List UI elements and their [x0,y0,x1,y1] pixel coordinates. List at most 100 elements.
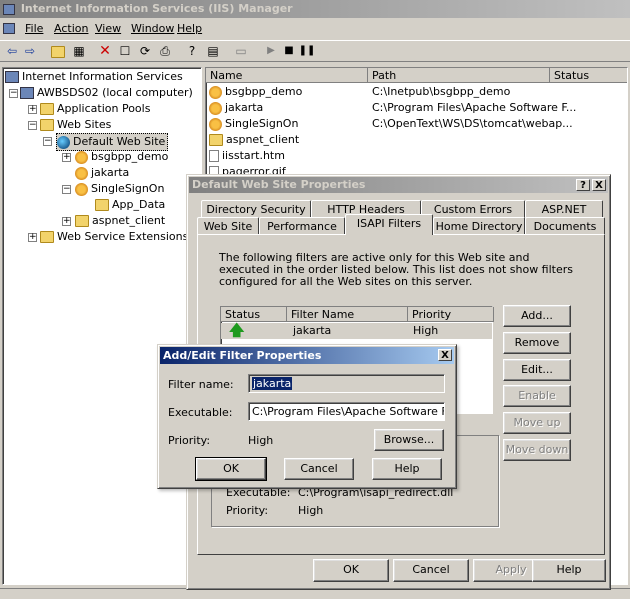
remove-filter-button[interactable]: Remove [503,332,571,354]
tree-root[interactable]: Internet Information Services [5,69,183,85]
col-header-path[interactable]: Path [368,68,550,83]
enable-filter-button[interactable]: Enable [503,385,571,407]
filter-dialog-close-button[interactable]: X [438,349,452,361]
list-row[interactable]: bsgbpp_demo [209,84,302,100]
folder-icon [40,103,54,115]
tab-isapi-filters[interactable]: ISAPI Filters [345,214,433,235]
computer-expander[interactable]: − [9,89,18,98]
properties-close-button[interactable]: X [592,179,606,191]
menu-file[interactable]: File [25,22,43,36]
iis-app-icon [3,3,15,15]
list-row[interactable]: iisstart.htm [209,148,285,164]
export-icon[interactable]: ⎙ [156,43,174,59]
filters-col-status[interactable]: Status [221,307,287,322]
filters-col-priority[interactable]: Priority [408,307,494,322]
properties-icon[interactable]: ☐ [116,43,134,59]
computer-icon[interactable]: ▭ [232,43,250,59]
folder-icon [75,215,89,227]
app-pools-expander[interactable]: + [28,105,37,114]
edit-filter-button[interactable]: Edit... [503,359,571,381]
tab-aspnet[interactable]: ASP.NET [525,200,603,218]
list-row[interactable]: aspnet_client [209,132,299,148]
filters-description: The following filters are active only fo… [219,251,574,288]
properties-title: Default Web Site Properties [192,178,366,191]
tab-performance[interactable]: Performance [259,217,345,235]
main-window-title: Internet Information Services (IIS) Mana… [20,2,293,15]
properties-title-bar[interactable]: Default Web Site Properties ? X [189,177,608,193]
web-sites-expander[interactable]: − [28,121,37,130]
table-row[interactable]: 🡅 jakarta High [221,321,492,339]
tree-web-sites[interactable]: Web Sites [40,117,111,133]
aspnet-expander[interactable]: + [62,217,71,226]
col-header-status[interactable]: Status [550,68,627,83]
tree-pane[interactable]: Internet Information Services − AWBSDS02… [2,67,202,585]
filters-col-name[interactable]: Filter Name [287,307,408,322]
tab-web-site[interactable]: Web Site [197,217,259,235]
menu-action[interactable]: Action [54,22,88,36]
show-hide-tree-icon[interactable]: ▦ [70,43,88,59]
up-folder-icon[interactable] [49,43,67,59]
web-app-icon [209,85,222,99]
file-icon [209,150,219,162]
filter-ok-button[interactable]: OK [195,457,267,481]
forward-icon[interactable]: ⇨ [21,43,39,59]
tree-jakarta[interactable]: jakarta [75,165,129,181]
play-icon[interactable]: ▶ [262,43,280,59]
singlesignon-expander[interactable]: − [62,185,71,194]
executable-input[interactable]: C:\Program Files\Apache Software Founda [248,402,445,421]
green-up-arrow-icon: 🡅 [229,321,245,339]
filter-dialog: Add/Edit Filter Properties X Filter name… [157,344,457,489]
tab-documents[interactable]: Documents [525,217,605,235]
menu-help[interactable]: Help [177,22,202,36]
main-title-bar[interactable]: Internet Information Services (IIS) Mana… [0,0,630,18]
tree-app-pools[interactable]: Application Pools [40,101,150,117]
list-row[interactable]: SingleSignOn [209,116,298,132]
move-down-button[interactable]: Move down [503,439,571,461]
tree-computer[interactable]: AWBSDS02 (local computer) [20,85,193,101]
folder-icon [209,134,223,146]
list-row-path: C:\Inetpub\bsgbpp_demo [372,85,511,98]
browse-button[interactable]: Browse... [374,429,444,451]
tab-custom-errors[interactable]: Custom Errors [421,200,525,218]
filter-cancel-button[interactable]: Cancel [284,458,354,480]
tree-bsgbpp[interactable]: bsgbpp_demo [75,149,168,165]
folder-icon [95,199,109,211]
web-app-icon [75,166,88,180]
folder-icon [40,119,54,131]
tree-aspnet-client[interactable]: aspnet_client [75,213,165,229]
col-header-name[interactable]: Name [206,68,368,83]
back-icon[interactable]: ⇦ [3,43,21,59]
tab-directory-security[interactable]: Directory Security [201,200,311,218]
move-up-button[interactable]: Move up [503,412,571,434]
bsgbpp-expander[interactable]: + [62,153,71,162]
tree-app-data[interactable]: App_Data [95,197,165,213]
list-row-path: C:\Program Files\Apache Software F... [372,101,577,114]
properties-help-footer-button[interactable]: Help [532,559,606,582]
properties-help-button[interactable]: ? [576,179,590,191]
default-site-expander[interactable]: − [43,137,52,146]
refresh-icon[interactable]: ⟳ [136,43,154,59]
list-row[interactable]: jakarta [209,100,263,116]
delete-icon[interactable]: ✕ [96,43,114,59]
globe-icon [57,135,70,149]
tab-home-directory[interactable]: Home Directory [433,217,525,235]
properties-cancel-button[interactable]: Cancel [393,559,469,582]
filter-name-input[interactable]: jakarta [248,374,445,393]
add-filter-button[interactable]: Add... [503,305,571,327]
stop-icon[interactable]: ■ [280,43,298,59]
tree-singlesignon[interactable]: SingleSignOn [75,181,164,197]
help-icon[interactable]: ? [183,43,201,59]
extensions-expander[interactable]: + [28,233,37,242]
menu-view[interactable]: View [95,22,121,36]
console-icon[interactable]: ▤ [204,43,222,59]
filter-help-button[interactable]: Help [372,458,442,480]
filter-name-cell: jakarta [293,324,332,337]
console-menu-icon[interactable] [3,23,15,34]
pause-icon[interactable]: ❚❚ [298,43,316,59]
properties-ok-button[interactable]: OK [313,559,389,582]
filter-dialog-title-bar[interactable]: Add/Edit Filter Properties X [160,347,454,364]
menu-window[interactable]: Window [131,22,174,36]
iis-root-icon [5,71,19,83]
web-app-icon [75,150,88,164]
tree-extensions[interactable]: Web Service Extensions [40,229,188,245]
